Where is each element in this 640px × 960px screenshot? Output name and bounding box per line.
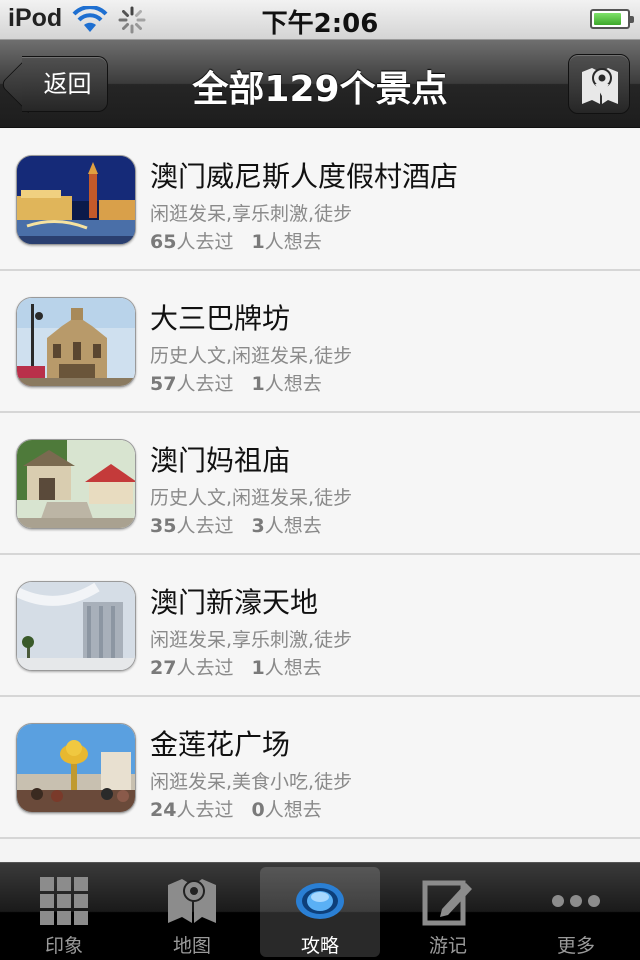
battery-icon: [590, 9, 634, 29]
tab-label: 地图: [172, 935, 211, 957]
list-item[interactable]: 大三巴牌坊 历史人文,闲逛发呆,徒步 57人去过 1人想去: [0, 271, 640, 413]
visited-label: 人去过: [176, 515, 234, 537]
attraction-thumbnail: [16, 297, 136, 387]
attraction-name: 大三巴牌坊: [150, 302, 291, 335]
list-item[interactable]: 澳门新濠天地 闲逛发呆,享乐刺激,徒步 27人去过 1人想去: [0, 555, 640, 697]
visited-count: 57: [150, 373, 177, 395]
map-pin-icon: [582, 68, 618, 104]
want-stat: 1人想去: [252, 657, 322, 679]
visited-label: 人去过: [176, 657, 234, 679]
edit-icon: [422, 880, 472, 926]
want-stat: 1人想去: [252, 373, 322, 395]
tab-travelogue[interactable]: 游记: [388, 867, 508, 957]
want-stat: 0人想去: [252, 799, 322, 821]
more-icon: [552, 895, 600, 907]
tab-impression[interactable]: 印象: [4, 867, 124, 957]
visited-count: 24: [150, 799, 177, 821]
attraction-tags: 闲逛发呆,美食小吃,徒步: [150, 771, 353, 793]
attraction-stats: 57人去过 1人想去: [150, 369, 334, 396]
attraction-stats: 27人去过 1人想去: [150, 653, 334, 680]
attraction-tags: 历史人文,闲逛发呆,徒步: [150, 487, 353, 509]
map-button[interactable]: [568, 54, 630, 114]
navigation-bar: 返回 全部129个景点: [0, 40, 640, 128]
tab-map[interactable]: 地图: [132, 867, 252, 957]
attraction-tags: 历史人文,闲逛发呆,徒步: [150, 345, 353, 367]
want-label: 人想去: [264, 515, 322, 537]
want-label: 人想去: [264, 799, 322, 821]
want-count: 1: [251, 231, 265, 253]
tab-bar: 印象 地图 攻略 游记 更多: [0, 862, 640, 960]
want-label: 人想去: [264, 373, 322, 395]
back-button-wrapper: 返回: [0, 40, 120, 128]
want-count: 1: [251, 657, 265, 679]
visited-stat: 27人去过: [150, 657, 233, 679]
back-button[interactable]: 返回: [22, 56, 108, 112]
visited-stat: 57人去过: [150, 373, 233, 395]
visited-label: 人去过: [176, 373, 234, 395]
attraction-tags: 闲逛发呆,享乐刺激,徒步: [150, 203, 353, 225]
tab-label: 游记: [428, 935, 467, 957]
visited-stat: 35人去过: [150, 515, 233, 537]
want-stat: 3人想去: [252, 515, 322, 537]
grid-icon: [40, 877, 88, 925]
want-count: 0: [251, 799, 265, 821]
attraction-stats: 35人去过 3人想去: [150, 511, 334, 538]
visited-stat: 24人去过: [150, 799, 233, 821]
want-count: 1: [251, 373, 265, 395]
list-item[interactable]: 澳门妈祖庙 历史人文,闲逛发呆,徒步 35人去过 3人想去: [0, 413, 640, 555]
attraction-stats: 24人去过 0人想去: [150, 795, 334, 822]
tab-label: 印象: [44, 935, 83, 957]
attraction-tags: 闲逛发呆,享乐刺激,徒步: [150, 629, 353, 651]
status-bar: iPod 下午2:06: [0, 0, 640, 40]
list-item[interactable]: 金莲花广场 闲逛发呆,美食小吃,徒步 24人去过 0人想去: [0, 697, 640, 839]
page-title: 全部129个景点: [192, 69, 448, 110]
map-icon: [168, 879, 216, 923]
attraction-name: 澳门新濠天地: [150, 586, 319, 619]
tab-label: 更多: [556, 935, 595, 957]
want-count: 3: [251, 515, 265, 537]
battery-fill: [594, 13, 622, 25]
attraction-thumbnail: [16, 723, 136, 813]
visited-label: 人去过: [176, 799, 234, 821]
attraction-list: 澳门威尼斯人度假村酒店 闲逛发呆,享乐刺激,徒步 65人去过 1人想去 大三巴牌…: [0, 129, 640, 862]
visited-label: 人去过: [176, 231, 234, 253]
attraction-thumbnail: [16, 581, 136, 671]
list-item[interactable]: 澳门威尼斯人度假村酒店 闲逛发呆,享乐刺激,徒步 65人去过 1人想去: [0, 129, 640, 271]
want-label: 人想去: [264, 231, 322, 253]
want-label: 人想去: [264, 657, 322, 679]
attraction-thumbnail: [16, 439, 136, 529]
attraction-name: 澳门威尼斯人度假村酒店: [150, 160, 459, 193]
attraction-name: 金莲花广场: [150, 728, 291, 761]
tab-more[interactable]: 更多: [516, 867, 636, 957]
visited-stat: 65人去过: [150, 231, 233, 253]
want-stat: 1人想去: [252, 231, 322, 253]
attraction-name: 澳门妈祖庙: [150, 444, 291, 477]
visited-count: 27: [150, 657, 177, 679]
visited-count: 35: [150, 515, 177, 537]
tab-label: 攻略: [300, 935, 339, 957]
tab-guide[interactable]: 攻略: [260, 867, 380, 957]
eye-icon: [296, 883, 344, 919]
status-time: 下午2:06: [261, 9, 379, 39]
attraction-stats: 65人去过 1人想去: [150, 227, 334, 254]
visited-count: 65: [150, 231, 177, 253]
attraction-thumbnail: [16, 155, 136, 245]
